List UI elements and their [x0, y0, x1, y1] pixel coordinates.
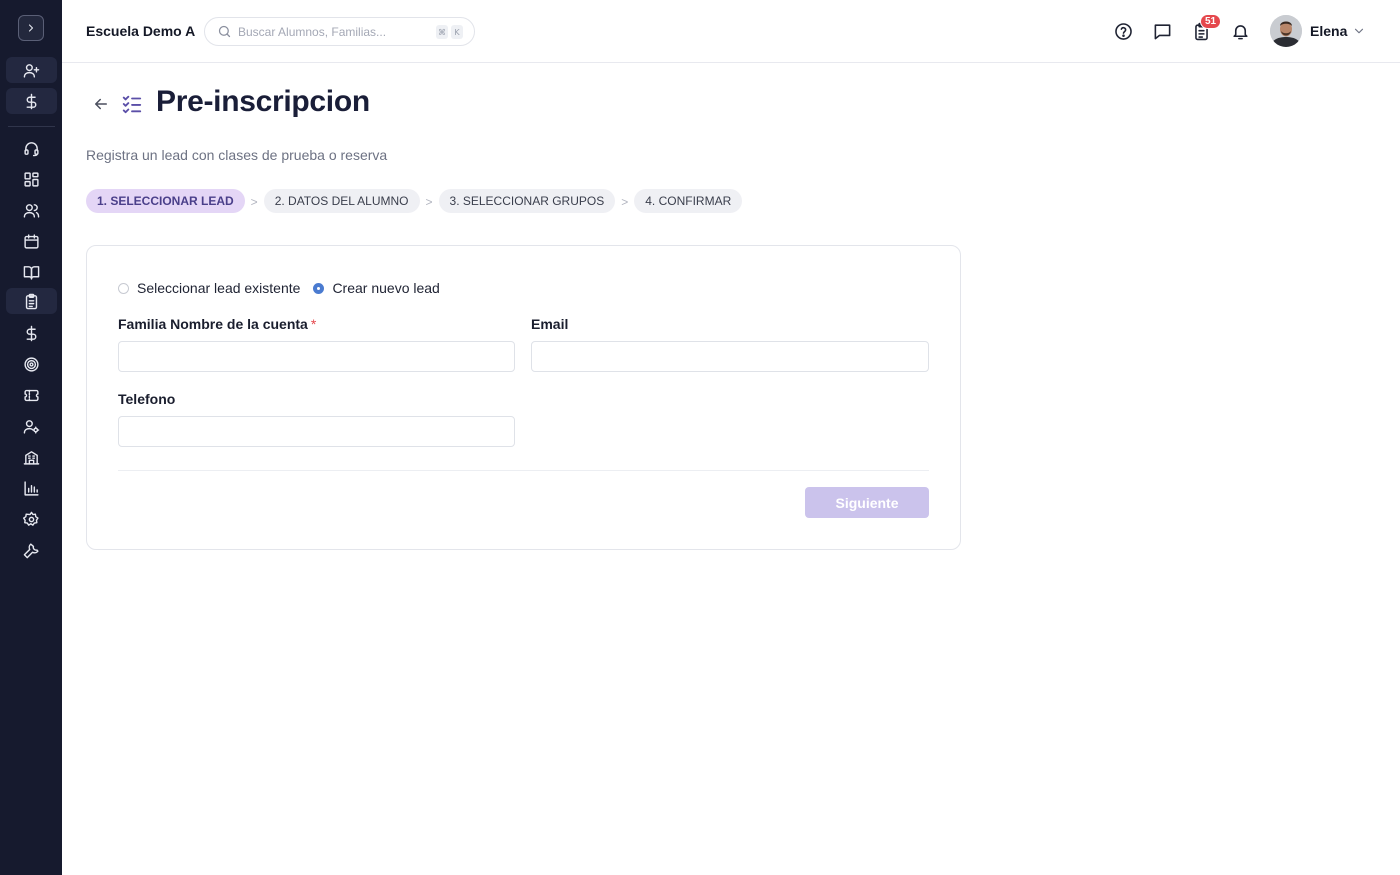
tasks-count-badge: 51 [1200, 14, 1222, 29]
search-icon [218, 25, 231, 38]
notifications-button[interactable] [1229, 20, 1251, 42]
sidebar-item-add-user[interactable] [6, 57, 57, 83]
dashboard-grid-icon [24, 171, 39, 187]
step-confirm[interactable]: 4. CONFIRMAR [634, 189, 743, 213]
avatar-image [1270, 15, 1302, 47]
dollar-icon [26, 325, 37, 341]
email-label: Email [531, 316, 569, 332]
sidebar-item-preregistration[interactable] [6, 288, 57, 314]
bar-chart-icon [24, 480, 39, 496]
wizard-stepper: 1. SELECCIONAR LEAD > 2. DATOS DEL ALUMN… [86, 189, 743, 213]
help-circle-icon [1114, 22, 1132, 40]
school-name: Escuela Demo A [86, 23, 196, 39]
sidebar-item-calendar[interactable] [6, 228, 57, 254]
help-button[interactable] [1112, 20, 1134, 42]
form-divider [118, 470, 929, 471]
radio-existing-lead-label[interactable]: Seleccionar lead existente [137, 280, 300, 296]
page-subtitle: Registra un lead con clases de prueba o … [86, 147, 388, 163]
user-name[interactable]: Elena [1310, 23, 1347, 39]
sidebar-item-settings[interactable] [6, 506, 57, 532]
family-name-input[interactable] [118, 341, 515, 372]
messages-button[interactable] [1151, 20, 1173, 42]
sidebar-item-support[interactable] [6, 135, 57, 161]
ticket-icon [24, 389, 39, 401]
step-student-data[interactable]: 2. DATOS DEL ALUMNO [263, 189, 420, 213]
page-title: Pre-inscripcion [156, 85, 370, 118]
sidebar-item-staff[interactable] [6, 413, 57, 439]
shortcut-key-cmd: ⌘ [436, 25, 448, 39]
top-header: Escuela Demo A ⌘ K 51 Elena [62, 0, 1400, 63]
sidebar-item-dashboard[interactable] [6, 166, 57, 192]
phone-input[interactable] [118, 416, 515, 447]
book-open-icon [23, 265, 40, 280]
calendar-icon [24, 233, 39, 249]
user-gear-icon [23, 419, 40, 434]
user-avatar[interactable] [1270, 15, 1302, 47]
radio-new-lead[interactable] [313, 282, 325, 294]
sidebar-item-goals[interactable] [6, 351, 57, 377]
sidebar-toggle-button[interactable] [18, 15, 44, 41]
sidebar-item-courses[interactable] [6, 259, 57, 285]
sidebar-divider [8, 126, 55, 127]
lead-form-card: Seleccionar lead existente Crear nuevo l… [86, 245, 961, 550]
chevron-down-icon[interactable] [1352, 24, 1366, 38]
sidebar [0, 0, 62, 875]
list-checks-icon [122, 95, 142, 114]
lead-mode-radio-group: Seleccionar lead existente Crear nuevo l… [118, 280, 453, 296]
email-input[interactable] [531, 341, 929, 372]
back-arrow-icon[interactable] [92, 95, 110, 113]
sidebar-item-students[interactable] [6, 197, 57, 223]
search-input[interactable] [238, 23, 428, 41]
settings-gear-icon [23, 511, 39, 526]
sidebar-item-payments[interactable] [6, 88, 57, 114]
step-separator: > [425, 195, 433, 209]
next-button[interactable]: Siguiente [805, 487, 929, 518]
building-icon [23, 450, 40, 465]
target-icon [24, 356, 39, 372]
message-square-icon [1154, 23, 1170, 39]
sidebar-item-reports[interactable] [6, 475, 57, 501]
family-name-label-text: Familia Nombre de la cuenta [118, 316, 308, 332]
radio-existing-lead[interactable] [118, 282, 129, 294]
dollar-icon [26, 93, 37, 109]
global-search[interactable]: ⌘ K [204, 17, 475, 46]
radio-new-lead-label[interactable]: Crear nuevo lead [332, 280, 439, 296]
sidebar-item-locations[interactable] [6, 444, 57, 470]
step-separator: > [250, 195, 258, 209]
sidebar-item-finance[interactable] [6, 320, 57, 346]
sidebar-item-tools[interactable] [6, 537, 57, 563]
step-separator: > [621, 195, 629, 209]
step-select-groups[interactable]: 3. SELECCIONAR GRUPOS [438, 189, 616, 213]
sidebar-item-tickets[interactable] [6, 382, 57, 408]
step-select-lead[interactable]: 1. SELECCIONAR LEAD [86, 189, 245, 213]
headset-icon [24, 141, 39, 156]
bell-icon [1232, 24, 1248, 39]
users-icon [23, 203, 40, 218]
chevron-right-icon [28, 24, 34, 32]
wrench-icon [23, 542, 39, 558]
clipboard-list-icon [25, 293, 38, 309]
required-mark: * [310, 316, 317, 332]
shortcut-key-k: K [451, 25, 463, 39]
phone-label: Telefono [118, 391, 176, 407]
user-plus-icon [23, 63, 40, 78]
family-name-label: Familia Nombre de la cuenta * [118, 316, 316, 332]
